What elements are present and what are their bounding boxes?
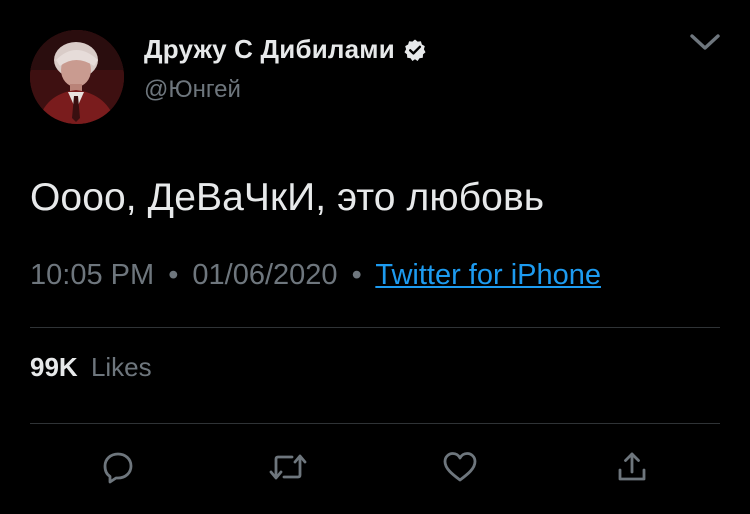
verified-badge-icon <box>403 38 427 62</box>
action-bar <box>0 445 750 489</box>
likes-stat[interactable]: 99K Likes <box>30 352 152 383</box>
likes-count: 99K <box>30 352 78 382</box>
retweet-button[interactable] <box>266 445 310 489</box>
avatar[interactable] <box>30 30 124 124</box>
divider <box>30 327 720 328</box>
display-name[interactable]: Дружу С Дибилами <box>144 34 395 65</box>
tweet-time: 10:05 PM <box>30 259 155 291</box>
retweet-icon <box>269 454 307 480</box>
meta-separator: • <box>168 259 179 291</box>
likes-label: Likes <box>90 352 152 382</box>
like-button[interactable] <box>438 445 482 489</box>
reply-button[interactable] <box>96 445 140 489</box>
divider <box>30 423 720 424</box>
share-icon <box>618 452 646 481</box>
meta-separator: • <box>351 259 362 291</box>
chevron-down-icon[interactable] <box>688 30 722 54</box>
tweet-date: 01/06/2020 <box>192 259 338 291</box>
heart-icon <box>443 452 477 482</box>
tweet-text: Оооо, ДеВаЧкИ, это любовь <box>30 176 545 219</box>
share-button[interactable] <box>610 445 654 489</box>
author-name-row[interactable]: Дружу С Дибилами <box>144 34 427 65</box>
tweet-meta: 10:05 PM • 01/06/2020 • Twitter for iPho… <box>30 259 601 292</box>
reply-icon <box>103 452 133 484</box>
tweet-source-link[interactable]: Twitter for iPhone <box>375 259 601 291</box>
tweet-detail: Дружу С Дибилами @Юнгей Оооо, ДеВаЧкИ, э… <box>0 0 750 514</box>
avatar-photo <box>30 30 124 124</box>
user-handle[interactable]: @Юнгей <box>144 76 241 104</box>
